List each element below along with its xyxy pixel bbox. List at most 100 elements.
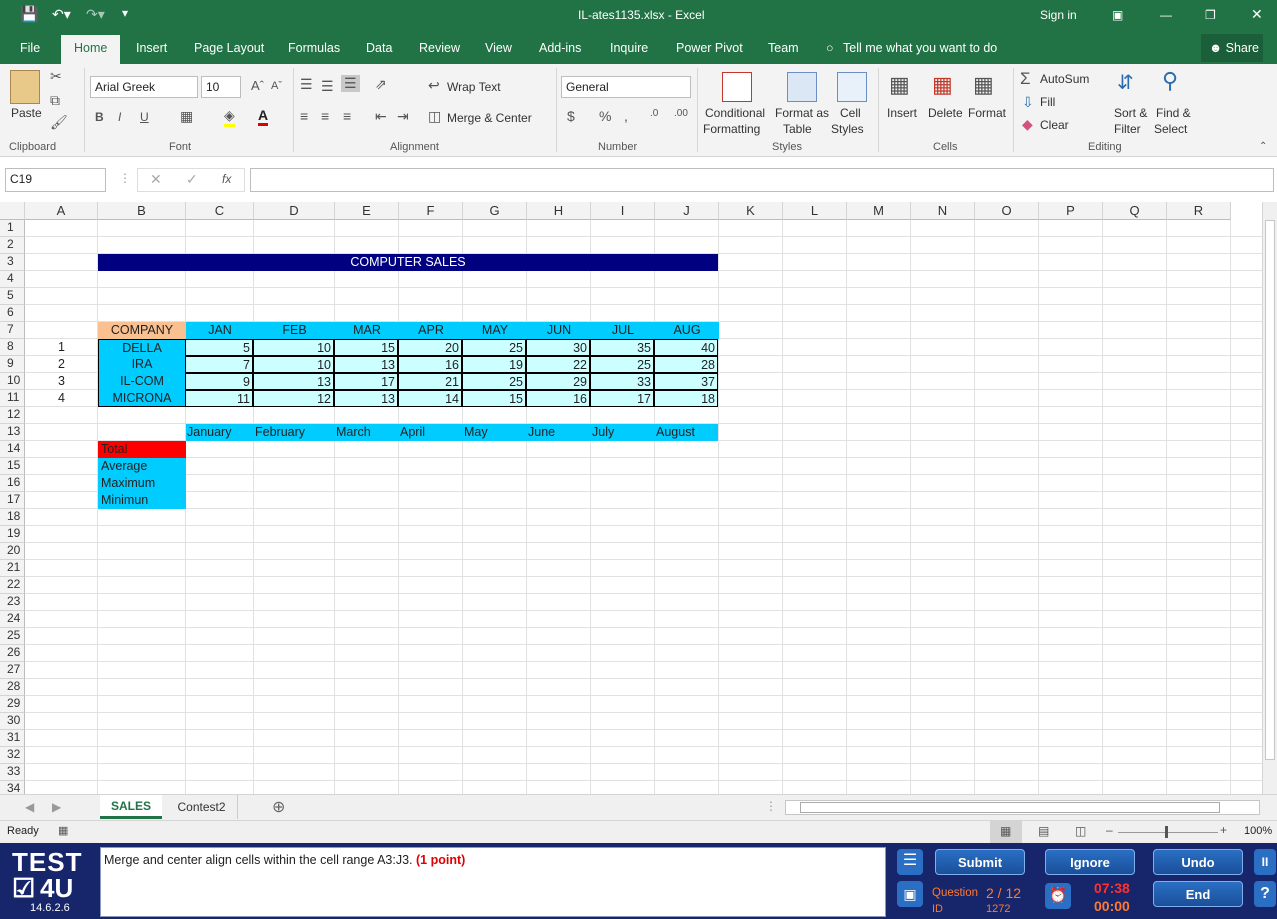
data-cell[interactable]: 13 (334, 356, 398, 373)
formatting-label[interactable]: Formatting (703, 122, 760, 136)
alarm-clock-icon[interactable]: ⏰ (1045, 883, 1071, 909)
tab-view[interactable]: View (485, 41, 512, 55)
month-header-cell[interactable]: JAN (186, 322, 254, 339)
row-header-3[interactable]: 3 (0, 254, 25, 271)
row-header-6[interactable]: 6 (0, 305, 25, 322)
tab-insert[interactable]: Insert (136, 41, 167, 55)
row-header-24[interactable]: 24 (0, 611, 25, 628)
number-format-select[interactable]: General (561, 76, 691, 98)
column-header-m[interactable]: M (847, 202, 911, 220)
close-icon[interactable]: ✕ (1251, 6, 1263, 23)
row-header-4[interactable]: 4 (0, 271, 25, 288)
column-header-d[interactable]: D (254, 202, 335, 220)
data-cell[interactable]: 15 (334, 339, 398, 356)
sheet-tab-sales[interactable]: SALES (100, 795, 162, 819)
conditional-formatting-icon[interactable] (722, 72, 752, 102)
data-cell[interactable]: 10 (253, 339, 334, 356)
restore-icon[interactable]: ❐ (1205, 8, 1216, 22)
sort-filter-icon[interactable]: ⇵ (1117, 70, 1134, 95)
orientation-icon[interactable]: ⇗ (375, 76, 387, 93)
autosum-icon[interactable]: Σ (1020, 69, 1031, 89)
data-cell[interactable]: 16 (526, 390, 590, 407)
data-cell[interactable]: 11 (185, 390, 253, 407)
align-bottom-icon[interactable]: ☰ (341, 75, 360, 92)
data-cell[interactable]: 28 (654, 356, 718, 373)
row-number-cell[interactable]: 4 (25, 390, 98, 407)
enter-icon[interactable]: ✓ (186, 171, 198, 188)
row-header-8[interactable]: 8 (0, 339, 25, 356)
menu-icon[interactable]: ☰ (897, 849, 923, 875)
row-header-19[interactable]: 19 (0, 526, 25, 543)
row-header-32[interactable]: 32 (0, 747, 25, 764)
new-sheet-icon[interactable]: ⊕ (272, 797, 285, 817)
tab-formulas[interactable]: Formulas (288, 41, 340, 55)
column-header-p[interactable]: P (1039, 202, 1103, 220)
zoom-in-icon[interactable]: + (1220, 823, 1227, 837)
stat-label-cell[interactable]: Maximum (98, 475, 186, 492)
tab-add-ins[interactable]: Add-ins (539, 41, 581, 55)
tab-review[interactable]: Review (419, 41, 460, 55)
data-cell[interactable]: 13 (334, 390, 398, 407)
ribbon-display-icon[interactable]: ▣ (1112, 8, 1123, 22)
column-header-n[interactable]: N (911, 202, 975, 220)
month-name-cell[interactable]: August (656, 424, 719, 441)
data-cell[interactable]: 17 (590, 390, 654, 407)
zoom-out-icon[interactable]: – (1106, 823, 1113, 837)
delete-cells-icon[interactable]: ▦ (932, 72, 953, 98)
vertical-scrollbar[interactable] (1262, 202, 1277, 794)
increase-font-icon[interactable]: Aˆ (251, 78, 264, 93)
company-cell[interactable]: MICRONA (98, 390, 186, 407)
company-cell[interactable]: IRA (98, 356, 186, 373)
end-button[interactable]: End (1153, 881, 1243, 907)
minimize-icon[interactable]: — (1160, 8, 1172, 22)
month-header-cell[interactable]: MAY (463, 322, 527, 339)
row-header-1[interactable]: 1 (0, 220, 25, 237)
tab-split-icon[interactable]: ⋮ (765, 799, 777, 813)
bold-icon[interactable]: B (95, 110, 104, 124)
row-header-26[interactable]: 26 (0, 645, 25, 662)
company-cell[interactable]: DELLA (98, 339, 186, 356)
row-header-20[interactable]: 20 (0, 543, 25, 560)
month-name-cell[interactable]: April (400, 424, 463, 441)
pause-icon[interactable]: II (1254, 849, 1276, 875)
data-cell[interactable]: 9 (185, 373, 253, 390)
customize-qat-icon[interactable]: ▾ (122, 6, 128, 20)
row-header-7[interactable]: 7 (0, 322, 25, 339)
row-header-15[interactable]: 15 (0, 458, 25, 475)
normal-view-icon[interactable]: ▦ (1000, 824, 1011, 838)
company-header[interactable]: COMPANY (98, 322, 186, 339)
data-cell[interactable]: 14 (398, 390, 462, 407)
macro-record-icon[interactable]: ▦ (58, 824, 68, 837)
format-cells-icon[interactable]: ▦ (973, 72, 994, 98)
title-cell[interactable]: COMPUTER SALES (98, 254, 718, 271)
comma-icon[interactable]: , (624, 108, 628, 124)
row-header-13[interactable]: 13 (0, 424, 25, 441)
share-button[interactable]: ☻ Share (1201, 34, 1263, 62)
row-header-2[interactable]: 2 (0, 237, 25, 254)
row-header-14[interactable]: 14 (0, 441, 25, 458)
zoom-level[interactable]: 100% (1244, 825, 1272, 837)
data-cell[interactable]: 33 (590, 373, 654, 390)
table-label[interactable]: Table (783, 122, 812, 136)
tab-data[interactable]: Data (366, 41, 392, 55)
currency-icon[interactable]: $ (567, 108, 575, 124)
row-header-22[interactable]: 22 (0, 577, 25, 594)
zoom-slider-handle[interactable] (1165, 826, 1168, 838)
tab-home[interactable]: Home (61, 35, 121, 64)
delete-label[interactable]: Delete (928, 106, 963, 120)
data-cell[interactable]: 5 (185, 339, 253, 356)
column-header-q[interactable]: Q (1103, 202, 1167, 220)
column-header-o[interactable]: O (975, 202, 1039, 220)
name-box[interactable]: C19 (5, 168, 106, 192)
wrap-text-icon[interactable]: ↩ (428, 77, 440, 94)
data-cell[interactable]: 16 (398, 356, 462, 373)
column-header-e[interactable]: E (335, 202, 399, 220)
data-cell[interactable]: 25 (462, 339, 526, 356)
row-header-27[interactable]: 27 (0, 662, 25, 679)
tab-file[interactable]: File (20, 41, 40, 55)
insert-label[interactable]: Insert (887, 106, 917, 120)
column-header-a[interactable]: A (25, 202, 98, 220)
data-cell[interactable]: 30 (526, 339, 590, 356)
row-header-11[interactable]: 11 (0, 390, 25, 407)
cut-icon[interactable]: ✂ (50, 68, 62, 85)
